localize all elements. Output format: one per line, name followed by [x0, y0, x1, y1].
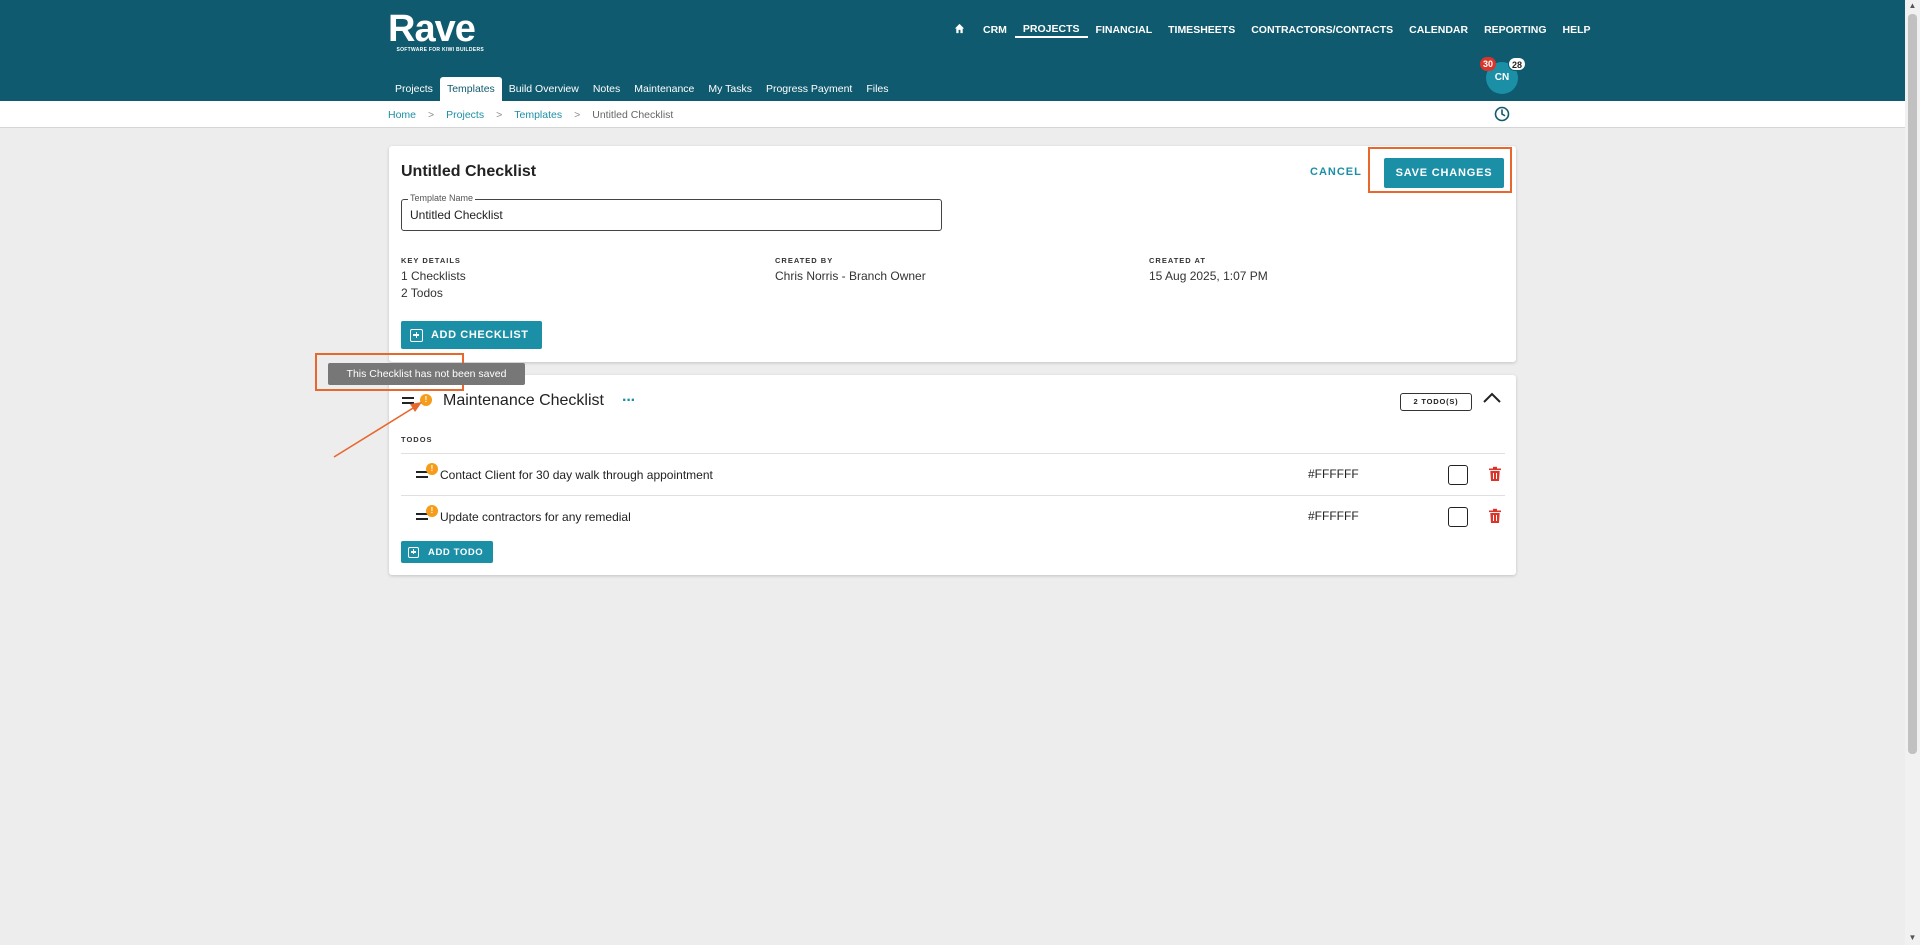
breadcrumb: Home > Projects > Templates > Untitled C… — [388, 109, 673, 121]
breadcrumb-home[interactable]: Home — [388, 109, 416, 121]
todo-checkbox[interactable] — [1448, 465, 1468, 485]
tab-projects[interactable]: Projects — [388, 77, 440, 101]
nav-contractors-contacts[interactable]: CONTRACTORS/CONTACTS — [1243, 23, 1401, 37]
created-at-heading: CREATED AT — [1149, 256, 1206, 265]
todo-color-value[interactable]: #FFFFFF — [1308, 467, 1359, 481]
add-box-icon — [408, 546, 419, 558]
checklist-card: ! Maintenance Checklist ··· 2 TODO(S) TO… — [389, 375, 1516, 575]
todo-row: ! Contact Client for 30 day walk through… — [401, 453, 1505, 495]
todo-row: ! Update contractors for any remedial #F… — [401, 495, 1505, 537]
delete-trash-icon[interactable] — [1488, 508, 1502, 524]
top-header: Rave SOFTWARE FOR KIWI BUILDERS CRM PROJ… — [0, 0, 1905, 101]
tab-templates[interactable]: Templates — [439, 77, 502, 101]
nav-reporting[interactable]: REPORTING — [1476, 23, 1554, 37]
scroll-down-arrow-icon[interactable]: ▼ — [1908, 934, 1917, 942]
save-changes-button[interactable]: SAVE CHANGES — [1384, 158, 1504, 188]
delete-trash-icon[interactable] — [1488, 466, 1502, 482]
template-name-field[interactable]: Template Name — [401, 193, 942, 231]
breadcrumb-current: Untitled Checklist — [592, 109, 674, 121]
checklist-count: 1 Checklists — [401, 269, 466, 283]
breadcrumb-separator: > — [496, 109, 503, 121]
todo-count-summary: 2 Todos — [401, 286, 443, 300]
page-title: Untitled Checklist — [401, 163, 537, 180]
logo-wordmark: Rave — [388, 8, 476, 50]
tab-my-tasks[interactable]: My Tasks — [701, 77, 759, 101]
tab-files[interactable]: Files — [859, 77, 895, 101]
template-name-label: Template Name — [408, 193, 476, 203]
nav-financial[interactable]: FINANCIAL — [1088, 23, 1161, 37]
created-at-value: 15 Aug 2025, 1:07 PM — [1149, 269, 1268, 283]
main-nav: CRM PROJECTS FINANCIAL TIMESHEETS CONTRA… — [952, 22, 1599, 38]
rave-logo[interactable]: Rave SOFTWARE FOR KIWI BUILDERS — [388, 10, 484, 53]
key-details-heading: KEY DETAILS — [401, 256, 461, 265]
add-checklist-button[interactable]: ADD CHECKLIST — [401, 321, 542, 349]
tab-maintenance[interactable]: Maintenance — [627, 77, 701, 101]
todo-count-badge: 2 TODO(S) — [1400, 393, 1472, 411]
add-checklist-label: ADD CHECKLIST — [431, 329, 529, 341]
tab-build-overview[interactable]: Build Overview — [502, 77, 586, 101]
add-todo-label: ADD TODO — [428, 546, 484, 558]
nav-timesheets[interactable]: TIMESHEETS — [1160, 23, 1243, 37]
message-badge[interactable]: 28 — [1508, 57, 1527, 71]
created-by-heading: CREATED BY — [775, 256, 834, 265]
checklist-title: Maintenance Checklist — [443, 392, 604, 409]
chevron-up-icon[interactable] — [1482, 391, 1502, 405]
scrollbar-thumb[interactable] — [1908, 14, 1917, 754]
more-options-icon[interactable]: ··· — [622, 392, 636, 410]
unsaved-warning-icon[interactable]: ! — [426, 463, 438, 475]
todo-text: Contact Client for 30 day walk through a… — [440, 468, 713, 482]
breadcrumb-separator: > — [428, 109, 435, 121]
cancel-button[interactable]: CANCEL — [1310, 166, 1362, 178]
home-icon[interactable] — [952, 23, 975, 37]
tab-notes[interactable]: Notes — [586, 77, 627, 101]
add-box-icon — [410, 328, 423, 342]
add-todo-button[interactable]: ADD TODO — [401, 541, 493, 563]
nav-calendar[interactable]: CALENDAR — [1401, 23, 1476, 37]
nav-projects[interactable]: PROJECTS — [1014, 22, 1088, 38]
tab-progress-payment[interactable]: Progress Payment — [759, 77, 859, 101]
todo-text: Update contractors for any remedial — [440, 510, 631, 524]
todo-color-value[interactable]: #FFFFFF — [1308, 509, 1359, 523]
unsaved-tooltip: This Checklist has not been saved — [328, 363, 525, 385]
template-name-input[interactable] — [410, 208, 930, 222]
nav-help[interactable]: HELP — [1555, 23, 1599, 37]
sub-nav: Projects Templates Build Overview Notes … — [388, 77, 896, 101]
logo-tagline: SOFTWARE FOR KIWI BUILDERS — [396, 47, 484, 53]
todo-checkbox[interactable] — [1448, 507, 1468, 527]
created-by-value: Chris Norris - Branch Owner — [775, 269, 926, 283]
breadcrumb-separator: > — [574, 109, 581, 121]
notification-badge[interactable]: 30 — [1480, 57, 1497, 71]
unsaved-warning-icon[interactable]: ! — [426, 505, 438, 517]
template-details-card: Untitled Checklist CANCEL SAVE CHANGES T… — [389, 146, 1516, 362]
breadcrumb-templates[interactable]: Templates — [514, 109, 562, 121]
history-clock-icon[interactable] — [1494, 106, 1510, 122]
annotation-arrow-icon — [333, 402, 422, 458]
scroll-up-arrow-icon[interactable]: ▲ — [1908, 2, 1917, 10]
nav-crm[interactable]: CRM — [975, 23, 1015, 37]
breadcrumb-projects[interactable]: Projects — [446, 109, 484, 121]
breadcrumb-bar: Home > Projects > Templates > Untitled C… — [0, 101, 1905, 128]
